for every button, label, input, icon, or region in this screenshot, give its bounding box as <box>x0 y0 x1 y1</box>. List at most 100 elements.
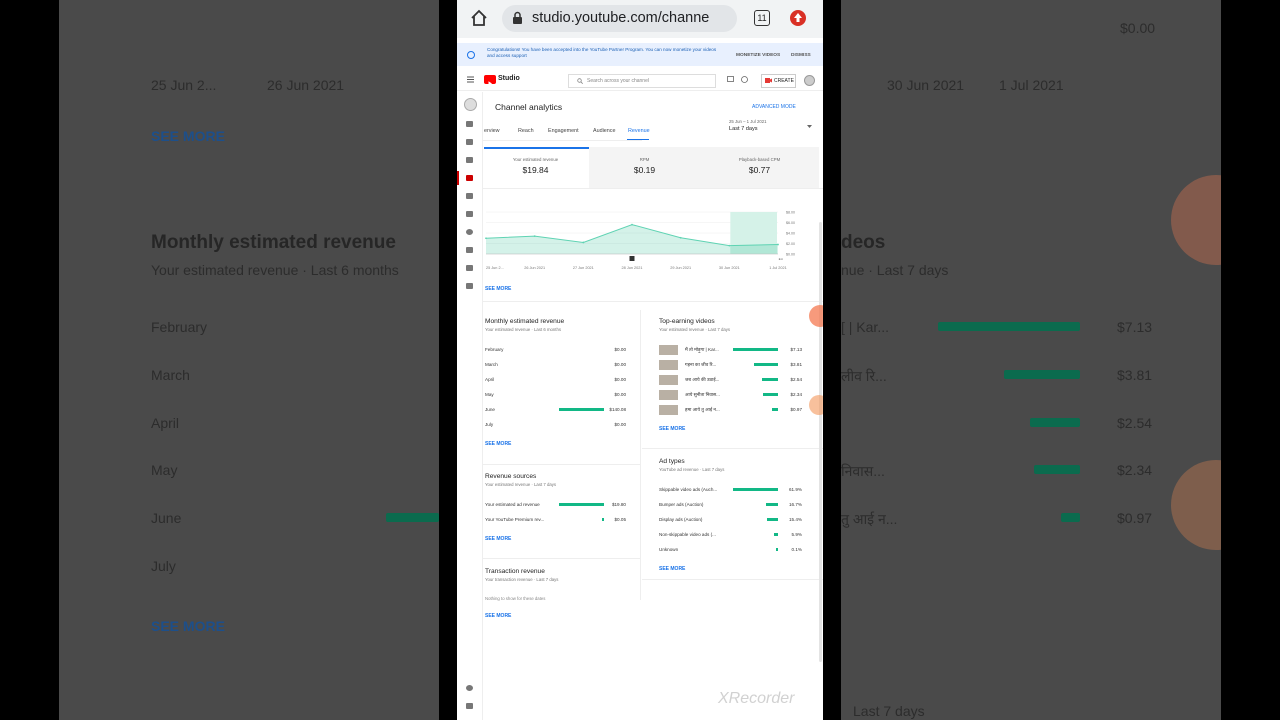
see-more-ad-types[interactable]: SEE MORE <box>659 566 685 572</box>
bg-date-1: 25 Jun 2... <box>151 77 217 93</box>
source-row[interactable]: Your estimated ad revenue $19.80 <box>485 502 626 512</box>
page-title: Channel analytics <box>495 102 563 112</box>
tab-reach[interactable]: Reach <box>518 128 534 134</box>
top-videos-subtitle: Your estimated revenue · Last 7 days <box>659 327 731 332</box>
monetize-videos-button[interactable]: MONETIZE VIDEOS <box>736 53 780 58</box>
comments-icon[interactable] <box>466 193 473 199</box>
floating-recorder-bubble[interactable] <box>809 395 823 415</box>
video-row[interactable]: आये सुनीता निवास... $2.34 <box>659 390 802 402</box>
monetization-icon[interactable] <box>466 247 473 253</box>
see-more-monthly[interactable]: SEE MORE <box>485 441 511 447</box>
video-published-marker[interactable] <box>629 256 635 261</box>
advanced-mode-link[interactable]: ADVANCED MODE <box>752 104 796 110</box>
studio-header: Studio Search across your channel CREATE <box>457 70 823 91</box>
dashboard-icon[interactable] <box>466 121 473 127</box>
see-more-transaction[interactable]: SEE MORE <box>485 613 511 619</box>
menu-icon[interactable] <box>467 76 474 83</box>
bg-right-value: $2.34 <box>1117 462 1153 478</box>
chart-point[interactable] <box>631 223 633 226</box>
month-row[interactable]: June $140.08 <box>485 407 626 417</box>
tab-overview[interactable]: erview <box>484 128 500 134</box>
bg-monthly-sub: Your estimated revenue · Last 6 months <box>151 262 399 278</box>
month-row[interactable]: February $0.00 <box>485 347 626 357</box>
home-icon[interactable] <box>470 9 488 27</box>
ad-type-row-value: 16.7% <box>788 502 802 507</box>
see-more-overview[interactable]: SEE MORE <box>485 286 511 292</box>
video-thumbnail[interactable] <box>659 360 678 370</box>
bg-right-name: निवास... <box>841 463 885 479</box>
chevron-down-icon[interactable] <box>807 125 812 129</box>
ad-type-row-value: 5.9% <box>791 532 802 537</box>
source-row-value: $0.05 <box>614 517 627 522</box>
customization-icon[interactable] <box>466 265 473 271</box>
bg-floating-blob <box>1171 460 1221 550</box>
month-row-label: February <box>485 347 504 352</box>
bg-date-4: 1 Jul 2021 <box>999 77 1064 93</box>
month-row-label: March <box>485 362 498 367</box>
chart-point[interactable] <box>582 241 585 244</box>
create-button[interactable]: CREATE <box>761 74 796 88</box>
video-thumbnail[interactable] <box>659 390 678 400</box>
content-icon[interactable] <box>466 139 473 145</box>
metric-label: Playback-based CPM <box>738 157 781 162</box>
chart-point[interactable] <box>533 235 536 238</box>
video-row[interactable]: गहना का जीव रि... $3.81 <box>659 360 802 372</box>
video-row[interactable]: जब आये की उठाई... $2.54 <box>659 375 802 387</box>
revenue-chart[interactable]: $8.00 $6.00 $4.00 $2.00 $0.00⊷ 25 Jun 2... 26 … <box>482 204 823 279</box>
feedback-icon[interactable] <box>727 76 734 83</box>
blurred-background-right: 30 Jun 2021 1 Jul 2021 $0.00 deos nue · … <box>841 0 1221 720</box>
settings-icon[interactable] <box>466 685 473 691</box>
copyright-icon[interactable] <box>466 229 473 235</box>
help-icon[interactable] <box>741 76 748 83</box>
metric-estimated-revenue[interactable]: Your estimated revenue $19.84 <box>482 147 589 188</box>
chart-point[interactable] <box>777 243 779 246</box>
ad-type-row[interactable]: Non-skippable video ads (... 5.9% <box>659 532 802 542</box>
channel-avatar[interactable] <box>464 98 477 111</box>
ad-type-row[interactable]: Unknown 0.1% <box>659 547 802 557</box>
tab-audience[interactable]: Audience <box>593 128 615 134</box>
range-end-marker[interactable]: ⊷ <box>779 257 784 262</box>
bg-right-name: लीव रि... <box>841 368 887 384</box>
analytics-icon[interactable] <box>466 175 473 181</box>
chart-point[interactable] <box>485 237 487 240</box>
video-thumbnail[interactable] <box>659 345 678 355</box>
address-bar[interactable]: studio.youtube.com/channe <box>502 5 737 32</box>
update-icon[interactable] <box>790 10 806 26</box>
ad-type-row[interactable]: Skippable video ads (Auch... 61.9% <box>659 487 802 497</box>
subtitles-icon[interactable] <box>466 211 473 217</box>
tab-engagement[interactable]: Engagement <box>548 128 579 134</box>
dismiss-button[interactable]: DISMISS <box>791 53 811 58</box>
bg-bar <box>1034 465 1080 474</box>
metric-cpm[interactable]: Playback-based CPM $0.77 <box>700 147 819 188</box>
ad-type-row[interactable]: Display ads (Auction) 15.4% <box>659 517 802 527</box>
metric-rpm[interactable]: RPM $0.19 <box>589 147 700 188</box>
month-row[interactable]: July $0.00 <box>485 422 626 432</box>
source-row[interactable]: Your YouTube Premium rev... $0.05 <box>485 517 626 527</box>
playlists-icon[interactable] <box>466 157 473 163</box>
section-divider <box>642 448 823 449</box>
youtube-logo-icon[interactable] <box>484 75 496 86</box>
month-row[interactable]: May $0.00 <box>485 392 626 402</box>
month-row[interactable]: March $0.00 <box>485 362 626 372</box>
chart-point[interactable] <box>679 236 682 239</box>
bg-month: March <box>151 367 190 383</box>
video-row[interactable]: मैं तो मोड़ूगा | Kar... $7.13 <box>659 345 802 357</box>
search-input[interactable]: Search across your channel <box>568 74 716 88</box>
avatar[interactable] <box>804 75 815 86</box>
chart-point[interactable] <box>728 244 731 247</box>
tab-switcher-button[interactable]: 11 <box>754 10 770 26</box>
ad-type-row-value: 61.9% <box>788 487 802 492</box>
date-range-select[interactable]: Last 7 days <box>729 126 758 132</box>
see-more-top-videos[interactable]: SEE MORE <box>659 426 685 432</box>
video-thumbnail[interactable] <box>659 375 678 385</box>
scrollbar[interactable] <box>819 222 822 662</box>
audio-library-icon[interactable] <box>466 283 473 289</box>
see-more-revenue-sources[interactable]: SEE MORE <box>485 536 511 542</box>
tab-revenue[interactable]: Revenue <box>628 128 650 134</box>
month-row[interactable]: April $0.00 <box>485 377 626 387</box>
video-row[interactable]: हमा आये तु आई न... $0.97 <box>659 405 802 417</box>
video-thumbnail[interactable] <box>659 405 678 415</box>
bg-right-value: $3.81 <box>1117 367 1153 383</box>
send-feedback-icon[interactable] <box>466 703 473 709</box>
ad-type-row[interactable]: Bumper ads (Auction) 16.7% <box>659 502 802 512</box>
